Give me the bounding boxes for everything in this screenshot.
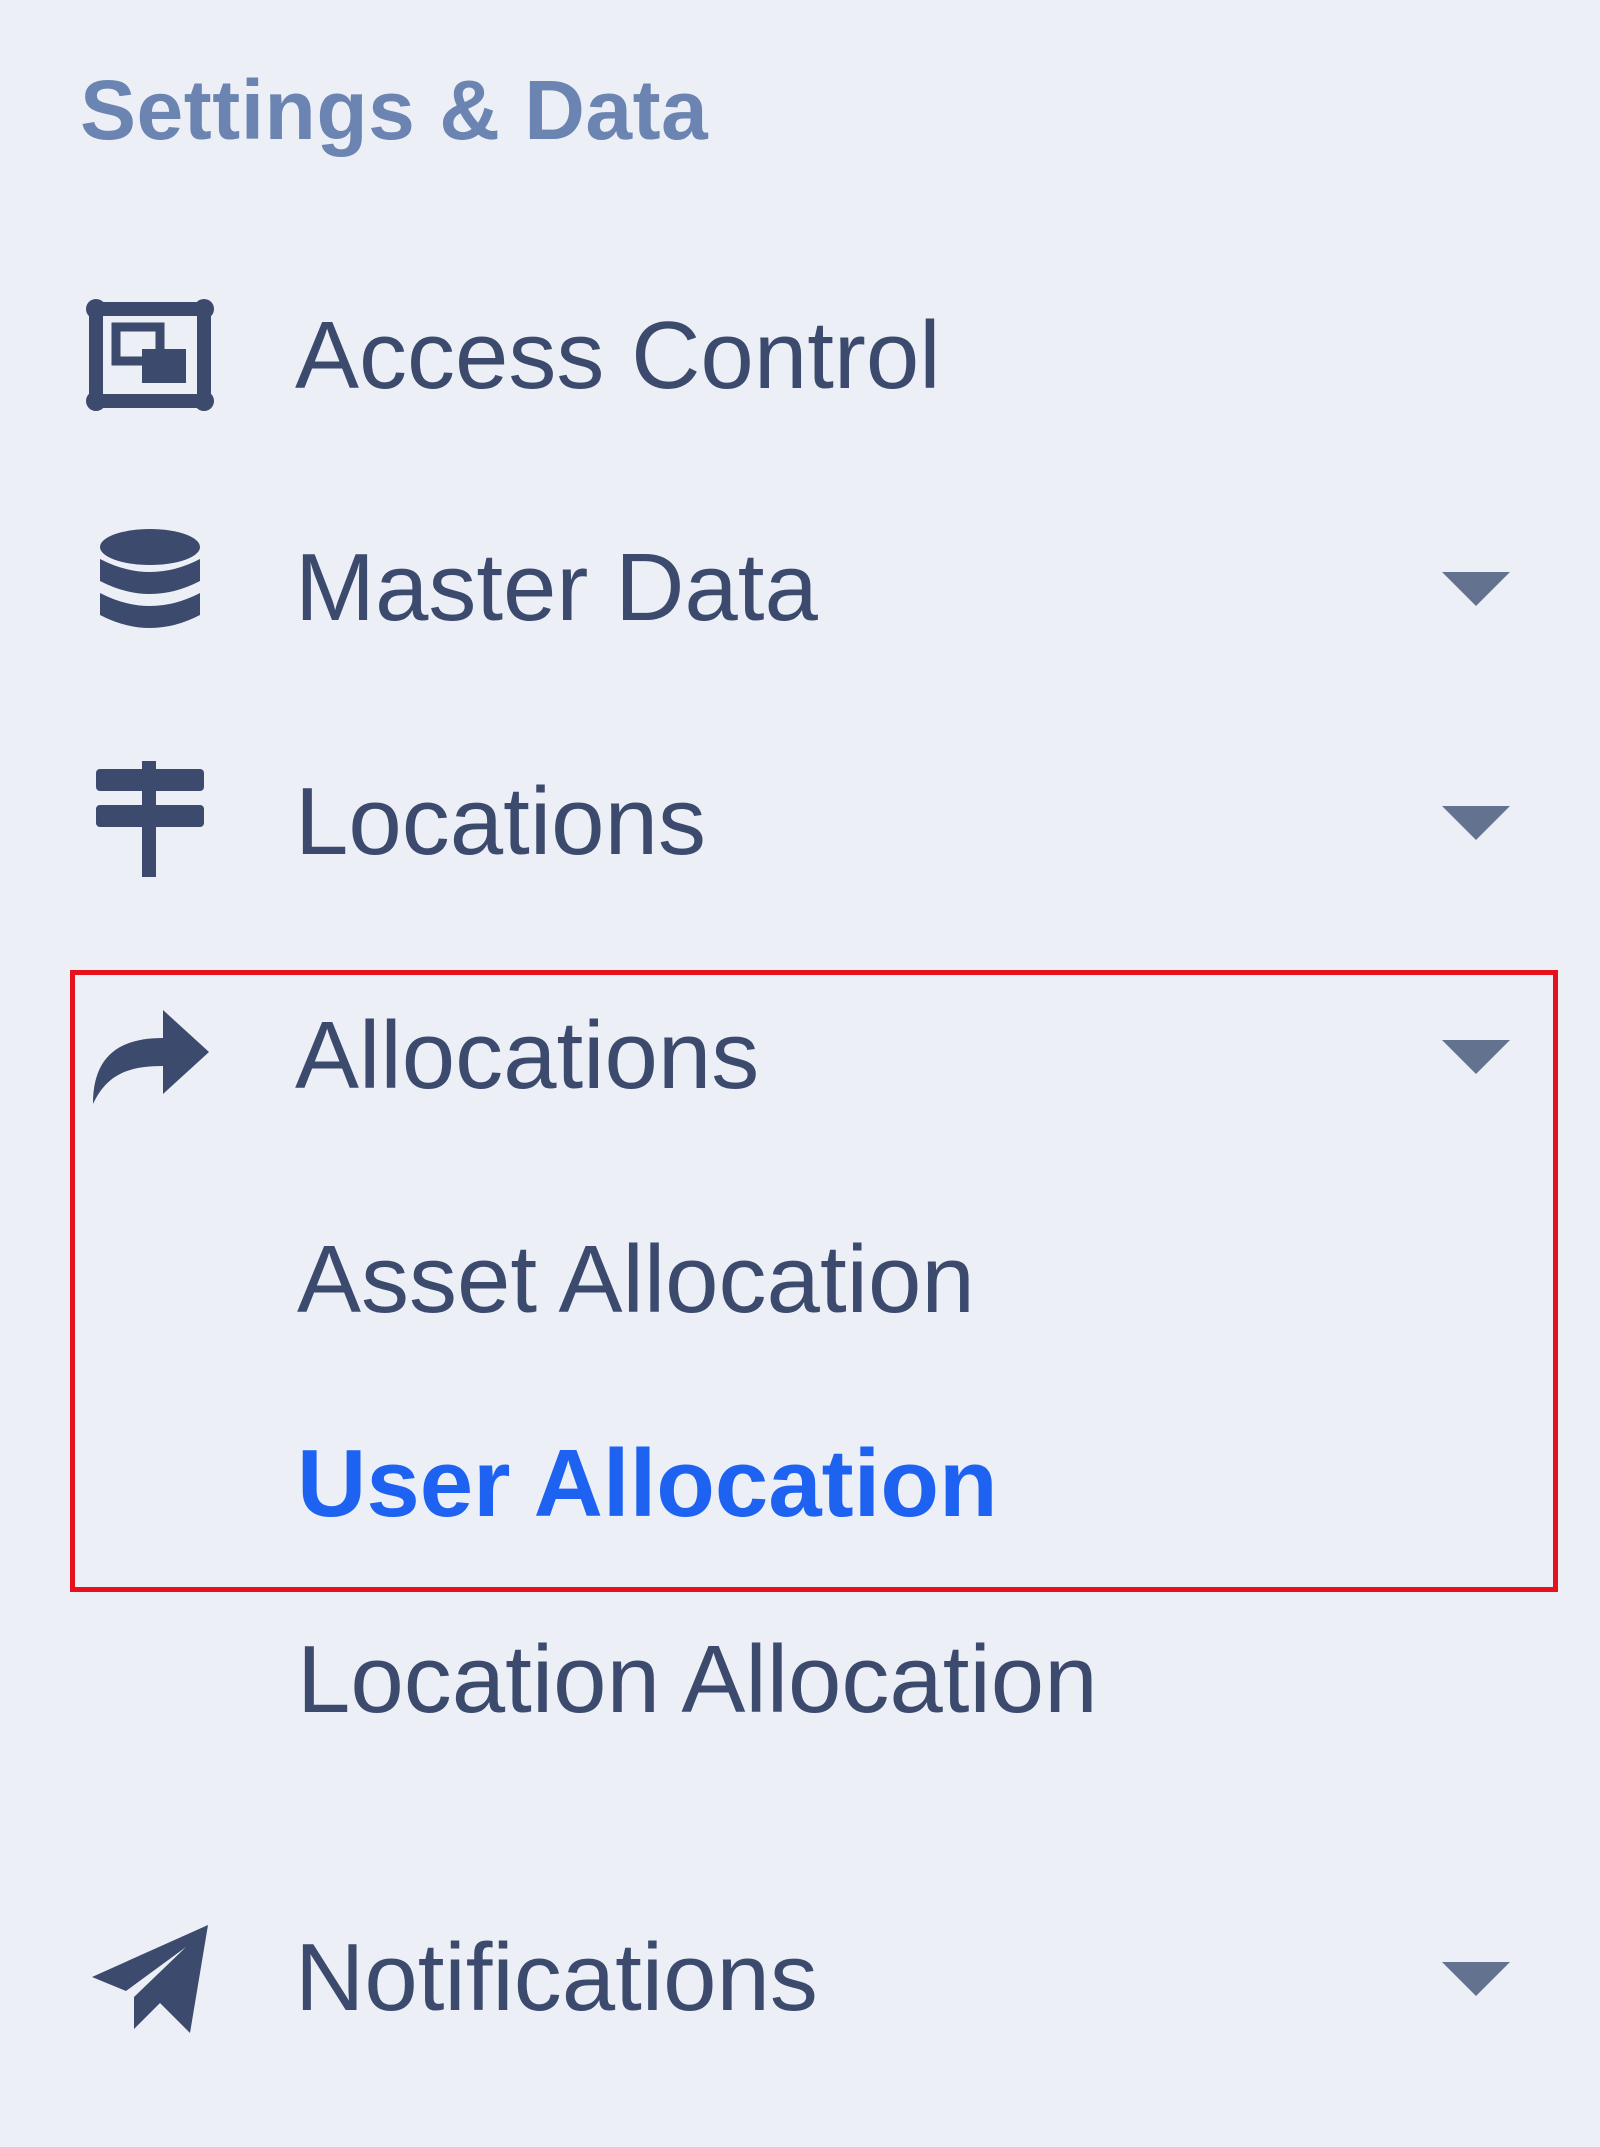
submenu-item-user-allocation[interactable]: User Allocation xyxy=(297,1434,998,1534)
sidebar-item-access-control[interactable]: Access Control xyxy=(80,280,1540,430)
sidebar-item-label: Master Data xyxy=(295,534,818,641)
sidebar-item-allocations[interactable]: Allocations xyxy=(80,980,1540,1130)
sidebar-item-notifications[interactable]: Notifications xyxy=(80,1902,1540,2052)
chevron-down-icon[interactable] xyxy=(1442,572,1510,606)
submenu-item-location-allocation[interactable]: Location Allocation xyxy=(297,1630,1098,1730)
sidebar-item-locations[interactable]: Locations xyxy=(80,746,1540,896)
submenu-item-asset-allocation[interactable]: Asset Allocation xyxy=(297,1230,975,1330)
sidebar-item-label: Locations xyxy=(295,768,706,875)
database-icon xyxy=(80,512,220,662)
paper-plane-icon xyxy=(80,1902,220,2052)
sidebar-item-label: Access Control xyxy=(295,302,941,409)
sidebar-item-label: Notifications xyxy=(295,1924,818,2031)
chevron-down-icon[interactable] xyxy=(1442,1040,1510,1074)
chevron-down-icon[interactable] xyxy=(1442,1962,1510,1996)
signpost-icon xyxy=(80,746,220,896)
sidebar-item-label: Allocations xyxy=(295,1002,760,1109)
sidebar: Settings & Data Access Control Master Da… xyxy=(0,0,1600,2147)
chevron-down-icon[interactable] xyxy=(1442,806,1510,840)
section-title: Settings & Data xyxy=(80,63,709,157)
sidebar-item-master-data[interactable]: Master Data xyxy=(80,512,1540,662)
access-control-icon xyxy=(80,280,220,430)
share-arrow-icon xyxy=(80,980,220,1130)
